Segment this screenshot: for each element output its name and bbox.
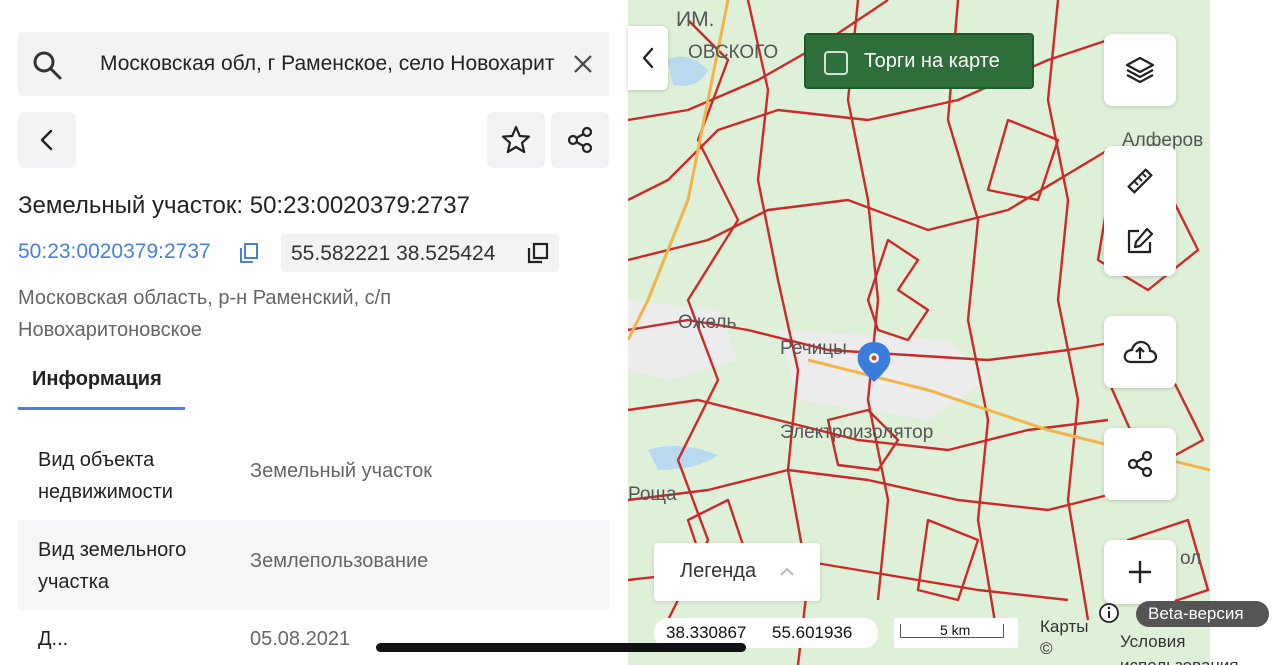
parcel-line: [628, 468, 1129, 512]
zoom-in-button[interactable]: [1104, 540, 1176, 604]
map-scale: 5 km: [894, 618, 1018, 648]
info-icon[interactable]: [1098, 602, 1120, 624]
beta-badge: Beta-версия: [1136, 601, 1269, 627]
layers-button[interactable]: [1104, 34, 1176, 106]
parcel-line: [946, 0, 1000, 641]
chevron-left-icon: [40, 129, 53, 151]
edit-icon: [1127, 227, 1154, 254]
collapse-panel-button[interactable]: [628, 26, 668, 90]
parcel-line: [986, 118, 1060, 202]
draw-button[interactable]: [1104, 210, 1176, 272]
chevron-left-icon: [642, 47, 654, 69]
share-icon: [1127, 450, 1153, 478]
back-button[interactable]: [18, 112, 76, 168]
page-title: Земельный участок: 50:23:0020379:2737: [18, 192, 470, 219]
info-key: Вид земельного участка: [38, 539, 187, 593]
info-key: Д...: [38, 628, 69, 650]
cloud-upload-icon: [1123, 340, 1158, 364]
tab-active-indicator: [18, 407, 185, 410]
favorite-button[interactable]: [487, 112, 545, 168]
upload-button[interactable]: [1104, 316, 1176, 388]
info-value: Земельный участок: [250, 460, 433, 482]
info-value: Землепользование: [250, 550, 429, 572]
search-input[interactable]: [100, 46, 570, 82]
map-label: ИМ.: [676, 8, 715, 31]
ruler-button[interactable]: [1104, 150, 1176, 212]
star-icon: [501, 125, 531, 154]
info-row-object-type: Вид объекта недвижимости Земельный участ…: [18, 430, 609, 520]
search-icon[interactable]: [32, 50, 62, 80]
layers-icon: [1125, 56, 1155, 84]
auctions-label: Торги на карте: [864, 50, 1000, 72]
map-label: ОВСКОГО: [688, 42, 779, 63]
home-indicator: [376, 643, 746, 652]
info-row-partial: Д... 05.08.2021: [18, 620, 609, 660]
legend-label: Легенда: [680, 560, 757, 582]
copy-coordinates-icon[interactable]: [527, 242, 549, 264]
parcel-line: [1046, 0, 1090, 621]
map-attribution[interactable]: Карты ©: [1040, 616, 1096, 660]
info-value: 05.08.2021: [250, 628, 351, 650]
info-key: Вид объекта недвижимости: [38, 449, 173, 503]
tab-label: Информация: [32, 368, 162, 390]
map-label: ол: [1180, 548, 1202, 569]
map-label: Роща: [628, 484, 677, 505]
map-share-button[interactable]: [1104, 428, 1176, 500]
map-label: Речицы: [780, 338, 847, 359]
tab-information[interactable]: Информация: [18, 362, 185, 410]
map-label: Ожель: [678, 312, 737, 333]
ruler-icon: [1127, 168, 1153, 194]
share-button[interactable]: [551, 112, 609, 168]
latitude-readout: 55.601936: [772, 623, 853, 642]
auctions-on-map-toggle[interactable]: Торги на карте: [804, 33, 1034, 89]
map-tools-group: [1104, 146, 1176, 276]
copy-icon[interactable]: [238, 242, 260, 264]
cadastral-number-link[interactable]: 50:23:0020379:2737: [18, 240, 211, 264]
close-icon[interactable]: [571, 52, 595, 76]
legend-button[interactable]: Легенда: [654, 543, 820, 601]
info-panel: Земельный участок: 50:23:0020379:2737 50…: [0, 0, 628, 665]
plus-icon: [1129, 561, 1151, 583]
terms-of-use-link[interactable]: Условия использования: [1120, 630, 1270, 665]
share-icon: [567, 126, 593, 154]
coordinates-text: 55.582221 38.525424: [291, 242, 496, 265]
beta-label: Beta-версия: [1148, 604, 1244, 623]
address-text: Московская область, р-н Раменский, с/п Н…: [18, 287, 392, 341]
map-label: Электроизолятор: [780, 422, 934, 443]
longitude-readout: 38.330867: [666, 623, 747, 642]
scale-label: 5 km: [940, 622, 971, 638]
chevron-up-icon: [780, 567, 794, 576]
coordinates-chip[interactable]: 55.582221 38.525424: [281, 234, 559, 272]
search-bar: [18, 32, 609, 96]
info-row-land-type: Вид земельного участка Землепользование: [18, 520, 609, 610]
auctions-checkbox[interactable]: [824, 51, 848, 75]
